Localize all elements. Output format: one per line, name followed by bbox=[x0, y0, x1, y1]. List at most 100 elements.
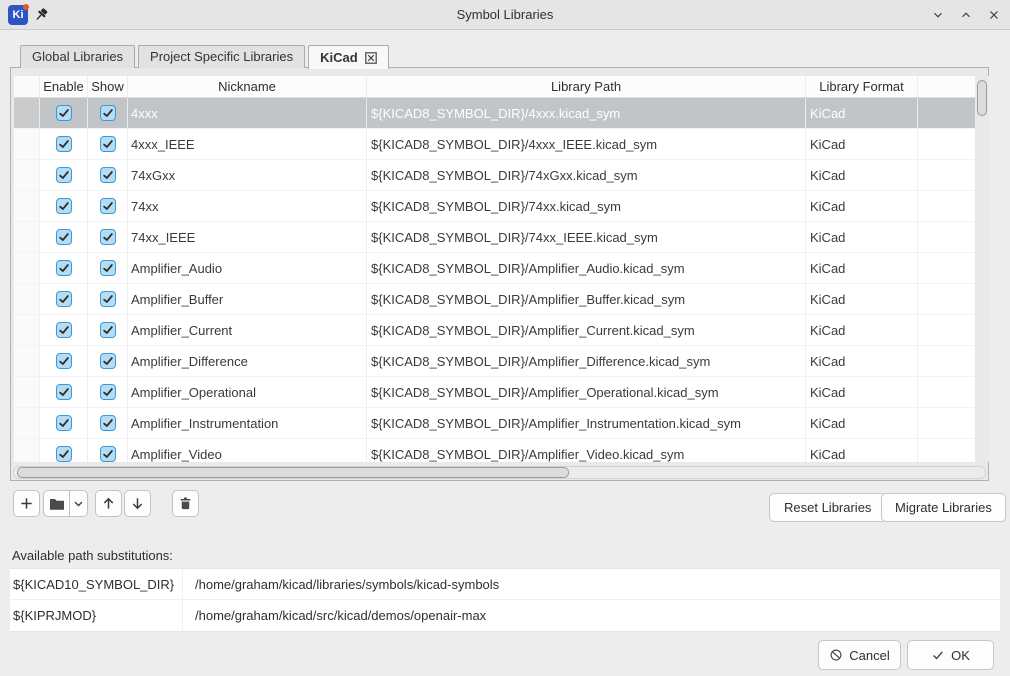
table-row[interactable]: 74xx${KICAD8_SYMBOL_DIR}/74xx.kicad_symK… bbox=[14, 191, 975, 222]
library-format-cell[interactable]: KiCad bbox=[806, 129, 918, 159]
vertical-scrollbar-thumb[interactable] bbox=[977, 80, 987, 116]
library-path-cell[interactable]: ${KICAD8_SYMBOL_DIR}/Amplifier_Buffer.ki… bbox=[367, 284, 806, 314]
row-label-cell[interactable] bbox=[14, 191, 40, 221]
nickname-cell[interactable]: Amplifier_Difference bbox=[128, 346, 367, 376]
minimize-icon[interactable] bbox=[930, 7, 946, 23]
library-path-cell[interactable]: ${KICAD8_SYMBOL_DIR}/Amplifier_Operation… bbox=[367, 377, 806, 407]
nickname-cell[interactable]: 74xx_IEEE bbox=[128, 222, 367, 252]
close-icon[interactable] bbox=[986, 7, 1002, 23]
library-format-cell[interactable]: KiCad bbox=[806, 408, 918, 438]
migrate-libraries-button[interactable]: Migrate Libraries bbox=[881, 493, 1006, 522]
library-format-cell[interactable]: KiCad bbox=[806, 253, 918, 283]
move-down-button[interactable] bbox=[124, 490, 151, 517]
show-checkbox[interactable] bbox=[100, 105, 116, 121]
enable-checkbox[interactable] bbox=[56, 105, 72, 121]
library-format-cell[interactable]: KiCad bbox=[806, 346, 918, 376]
row-label-cell[interactable] bbox=[14, 439, 40, 462]
table-row[interactable]: Amplifier_Audio${KICAD8_SYMBOL_DIR}/Ampl… bbox=[14, 253, 975, 284]
browse-library-button[interactable] bbox=[43, 490, 71, 517]
library-format-cell[interactable]: KiCad bbox=[806, 98, 918, 128]
browse-library-dropdown-button[interactable] bbox=[69, 490, 88, 517]
table-row[interactable]: Amplifier_Video${KICAD8_SYMBOL_DIR}/Ampl… bbox=[14, 439, 975, 462]
add-library-button[interactable] bbox=[13, 490, 40, 517]
library-path-cell[interactable]: ${KICAD8_SYMBOL_DIR}/4xxx_IEEE.kicad_sym bbox=[367, 129, 806, 159]
enable-checkbox[interactable] bbox=[56, 167, 72, 183]
vertical-scrollbar[interactable] bbox=[975, 76, 989, 462]
library-format-cell[interactable]: KiCad bbox=[806, 284, 918, 314]
library-path-cell[interactable]: ${KICAD8_SYMBOL_DIR}/Amplifier_Current.k… bbox=[367, 315, 806, 345]
tab-close-icon[interactable] bbox=[365, 52, 377, 64]
show-checkbox[interactable] bbox=[100, 322, 116, 338]
library-path-cell[interactable]: ${KICAD8_SYMBOL_DIR}/74xx.kicad_sym bbox=[367, 191, 806, 221]
tab-global-libraries[interactable]: Global Libraries bbox=[20, 45, 135, 68]
enable-checkbox[interactable] bbox=[56, 384, 72, 400]
nickname-cell[interactable]: 74xx bbox=[128, 191, 367, 221]
show-checkbox[interactable] bbox=[100, 446, 116, 462]
show-checkbox[interactable] bbox=[100, 167, 116, 183]
nickname-cell[interactable]: Amplifier_Buffer bbox=[128, 284, 367, 314]
table-row[interactable]: 74xx_IEEE${KICAD8_SYMBOL_DIR}/74xx_IEEE.… bbox=[14, 222, 975, 253]
library-path-cell[interactable]: ${KICAD8_SYMBOL_DIR}/74xx_IEEE.kicad_sym bbox=[367, 222, 806, 252]
row-label-cell[interactable] bbox=[14, 408, 40, 438]
maximize-icon[interactable] bbox=[958, 7, 974, 23]
table-row[interactable]: 4xxx_IEEE${KICAD8_SYMBOL_DIR}/4xxx_IEEE.… bbox=[14, 129, 975, 160]
reset-libraries-button[interactable]: Reset Libraries bbox=[769, 493, 886, 522]
enable-checkbox[interactable] bbox=[56, 446, 72, 462]
table-row[interactable]: Amplifier_Operational${KICAD8_SYMBOL_DIR… bbox=[14, 377, 975, 408]
nickname-cell[interactable]: Amplifier_Operational bbox=[128, 377, 367, 407]
row-label-cell[interactable] bbox=[14, 346, 40, 376]
row-label-cell[interactable] bbox=[14, 315, 40, 345]
nickname-cell[interactable]: Amplifier_Audio bbox=[128, 253, 367, 283]
table-row[interactable]: Amplifier_Current${KICAD8_SYMBOL_DIR}/Am… bbox=[14, 315, 975, 346]
library-path-cell[interactable]: ${KICAD8_SYMBOL_DIR}/Amplifier_Instrumen… bbox=[367, 408, 806, 438]
ok-button[interactable]: OK bbox=[907, 640, 994, 670]
table-row[interactable]: 74xGxx${KICAD8_SYMBOL_DIR}/74xGxx.kicad_… bbox=[14, 160, 975, 191]
pin-icon[interactable] bbox=[33, 7, 49, 23]
show-checkbox[interactable] bbox=[100, 198, 116, 214]
nickname-cell[interactable]: Amplifier_Current bbox=[128, 315, 367, 345]
library-format-cell[interactable]: KiCad bbox=[806, 377, 918, 407]
row-label-cell[interactable] bbox=[14, 284, 40, 314]
nickname-cell[interactable]: 4xxx_IEEE bbox=[128, 129, 367, 159]
table-row[interactable]: Amplifier_Difference${KICAD8_SYMBOL_DIR}… bbox=[14, 346, 975, 377]
library-format-cell[interactable]: KiCad bbox=[806, 191, 918, 221]
library-format-cell[interactable]: KiCad bbox=[806, 315, 918, 345]
nickname-cell[interactable]: Amplifier_Instrumentation bbox=[128, 408, 367, 438]
library-format-cell[interactable]: KiCad bbox=[806, 222, 918, 252]
table-row[interactable]: Amplifier_Instrumentation${KICAD8_SYMBOL… bbox=[14, 408, 975, 439]
delete-library-button[interactable] bbox=[172, 490, 199, 517]
row-label-cell[interactable] bbox=[14, 222, 40, 252]
show-checkbox[interactable] bbox=[100, 384, 116, 400]
table-row[interactable]: 4xxx${KICAD8_SYMBOL_DIR}/4xxx.kicad_symK… bbox=[14, 98, 975, 129]
enable-checkbox[interactable] bbox=[56, 198, 72, 214]
row-label-cell[interactable] bbox=[14, 129, 40, 159]
move-up-button[interactable] bbox=[95, 490, 122, 517]
library-path-cell[interactable]: ${KICAD8_SYMBOL_DIR}/74xGxx.kicad_sym bbox=[367, 160, 806, 190]
show-checkbox[interactable] bbox=[100, 229, 116, 245]
enable-checkbox[interactable] bbox=[56, 353, 72, 369]
show-checkbox[interactable] bbox=[100, 260, 116, 276]
nickname-cell[interactable]: Amplifier_Video bbox=[128, 439, 367, 462]
library-path-cell[interactable]: ${KICAD8_SYMBOL_DIR}/Amplifier_Differenc… bbox=[367, 346, 806, 376]
row-label-cell[interactable] bbox=[14, 98, 40, 128]
cancel-button[interactable]: Cancel bbox=[818, 640, 901, 670]
library-path-cell[interactable]: ${KICAD8_SYMBOL_DIR}/4xxx.kicad_sym bbox=[367, 98, 806, 128]
table-row[interactable]: Amplifier_Buffer${KICAD8_SYMBOL_DIR}/Amp… bbox=[14, 284, 975, 315]
show-checkbox[interactable] bbox=[100, 415, 116, 431]
row-label-cell[interactable] bbox=[14, 377, 40, 407]
horizontal-scrollbar[interactable] bbox=[13, 466, 986, 479]
enable-checkbox[interactable] bbox=[56, 415, 72, 431]
horizontal-scrollbar-thumb[interactable] bbox=[17, 467, 569, 478]
library-path-cell[interactable]: ${KICAD8_SYMBOL_DIR}/Amplifier_Video.kic… bbox=[367, 439, 806, 462]
enable-checkbox[interactable] bbox=[56, 229, 72, 245]
library-path-cell[interactable]: ${KICAD8_SYMBOL_DIR}/Amplifier_Audio.kic… bbox=[367, 253, 806, 283]
enable-checkbox[interactable] bbox=[56, 136, 72, 152]
enable-checkbox[interactable] bbox=[56, 322, 72, 338]
enable-checkbox[interactable] bbox=[56, 260, 72, 276]
enable-checkbox[interactable] bbox=[56, 291, 72, 307]
show-checkbox[interactable] bbox=[100, 353, 116, 369]
show-checkbox[interactable] bbox=[100, 291, 116, 307]
library-format-cell[interactable]: KiCad bbox=[806, 439, 918, 462]
row-label-cell[interactable] bbox=[14, 160, 40, 190]
tab-project-specific-libraries[interactable]: Project Specific Libraries bbox=[138, 45, 305, 68]
